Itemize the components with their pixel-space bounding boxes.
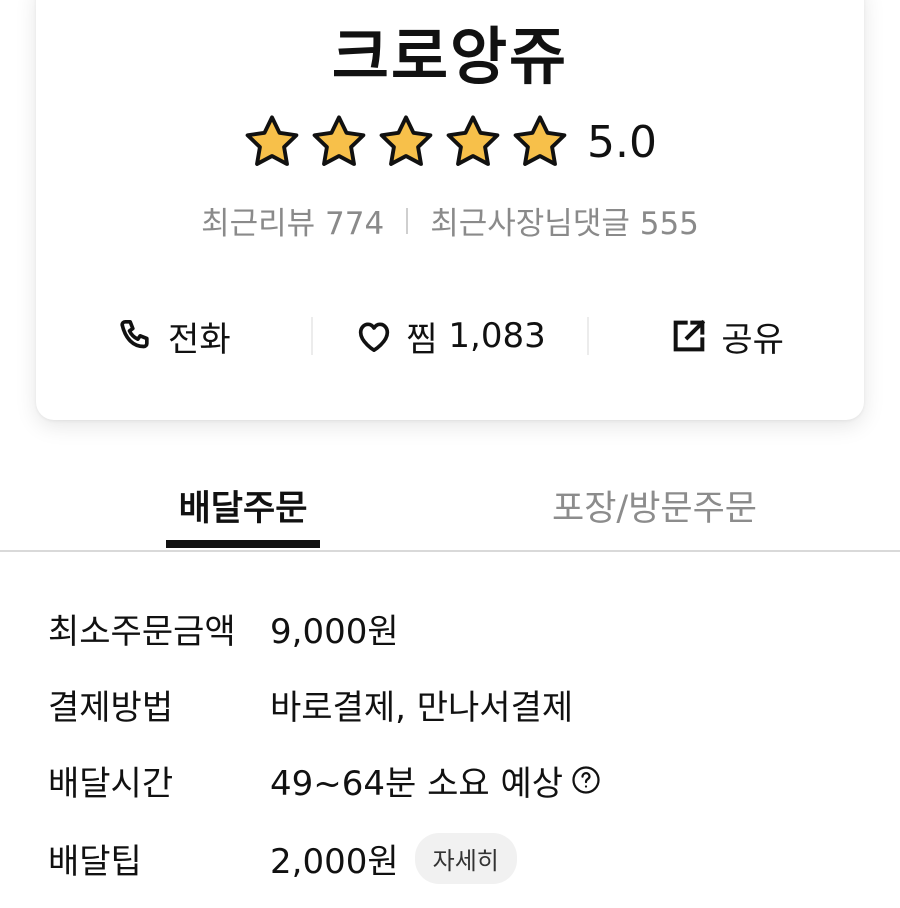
min-order-row: 최소주문금액 9,000원 xyxy=(48,604,399,652)
tab-delivery-order[interactable]: 배달주문 xyxy=(166,480,320,531)
min-order-value: 9,000원 xyxy=(270,611,399,652)
delivery-time-label: 배달시간 xyxy=(48,763,174,804)
phone-icon xyxy=(120,320,149,349)
delivery-tip-label: 배달팁 xyxy=(48,841,142,882)
question-circle-icon[interactable] xyxy=(571,765,601,795)
star-icon xyxy=(379,115,433,166)
rating-row: 5.0 xyxy=(36,110,864,174)
call-button[interactable]: 전화 xyxy=(36,312,311,361)
payment-value: 바로결제, 만나서결제 xyxy=(270,687,574,728)
review-summary: 최근리뷰 774 최근사장님댓글 555 xyxy=(36,198,864,243)
owner-replies-label: 최근사장님댓글 xyxy=(430,206,630,242)
active-tab-indicator xyxy=(166,540,320,548)
min-order-label: 최소주문금액 xyxy=(48,611,236,652)
delivery-time-value: 49~64분 소요 예상 xyxy=(270,763,564,804)
star-icon xyxy=(446,115,500,166)
delivery-time-row: 배달시간 49~64분 소요 예상 xyxy=(48,756,601,804)
owner-replies-count: 555 xyxy=(639,206,699,242)
recent-reviews-label: 최근리뷰 xyxy=(201,206,316,242)
share-button[interactable]: 공유 xyxy=(589,312,864,361)
delivery-tip-detail-button[interactable]: 자세히 xyxy=(414,832,517,884)
rating-value: 5.0 xyxy=(587,116,657,168)
payment-label: 결제방법 xyxy=(48,687,174,728)
share-icon xyxy=(674,319,706,352)
recent-reviews-link[interactable]: 최근리뷰 774 xyxy=(201,198,384,243)
like-count: 1,083 xyxy=(448,316,546,356)
delivery-tip-row: 배달팁 2,000원 자세히 xyxy=(48,832,517,884)
action-row: 전화 찜 1,083 공유 xyxy=(36,306,864,366)
share-label: 공유 xyxy=(721,319,784,360)
like-label: 찜 xyxy=(406,319,438,360)
star-icon xyxy=(513,115,567,166)
star-icon xyxy=(312,115,366,166)
tab-pickup-order[interactable]: 포장/방문주문 xyxy=(552,480,757,531)
heart-icon xyxy=(359,322,390,352)
recent-reviews-count: 774 xyxy=(325,206,385,242)
delivery-tip-value: 2,000원 xyxy=(270,841,399,882)
owner-replies-link[interactable]: 최근사장님댓글 555 xyxy=(430,198,699,243)
review-divider xyxy=(406,207,409,234)
star-icon xyxy=(245,115,299,166)
store-info-card: 크로앙쥬 5.0 최근리뷰 774 최근사장님댓글 555 전화 찜 1,083… xyxy=(36,0,864,420)
like-button[interactable]: 찜 1,083 xyxy=(313,312,588,361)
store-name: 크로앙쥬 xyxy=(331,20,569,93)
order-type-tabs: 배달주문 포장/방문주문 xyxy=(0,468,900,552)
payment-row: 결제방법 바로결제, 만나서결제 xyxy=(48,680,573,728)
call-label: 전화 xyxy=(168,319,231,360)
